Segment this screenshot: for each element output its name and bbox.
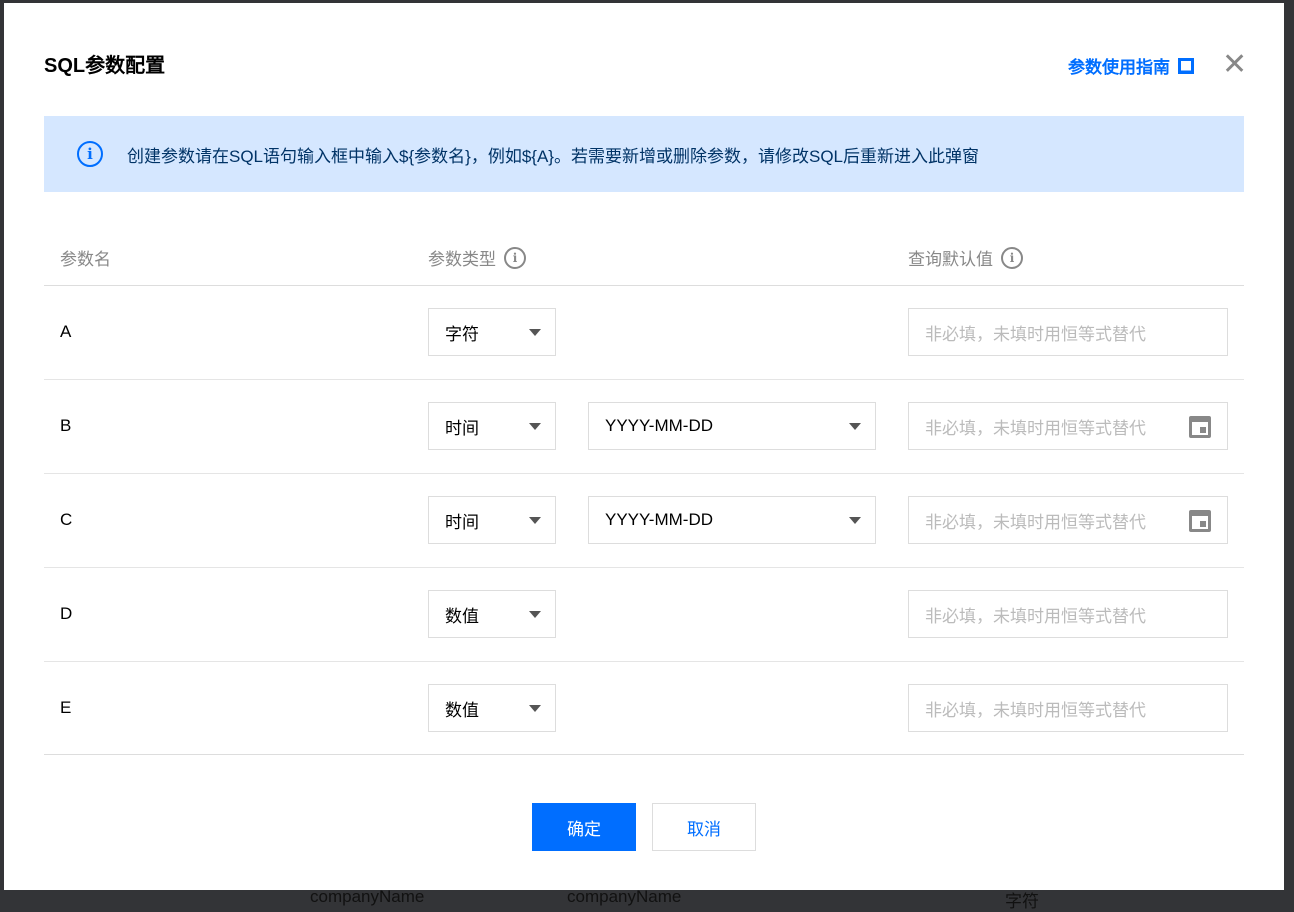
- info-notice: i 创建参数请在SQL语句输入框中输入${参数名}，例如${A}。若需要新增或删除…: [44, 116, 1244, 192]
- info-icon[interactable]: i: [504, 246, 526, 269]
- select-value: 时间: [445, 418, 479, 438]
- caret-down-icon: [529, 423, 541, 430]
- input-placeholder: 非必填，未填时用恒等式替代: [925, 700, 1146, 720]
- param-type-select[interactable]: 时间: [428, 402, 556, 450]
- param-name: B: [60, 416, 72, 435]
- input-placeholder: 非必填，未填时用恒等式替代: [925, 606, 1146, 626]
- param-name: E: [60, 698, 72, 717]
- notice-text: 创建参数请在SQL语句输入框中输入${参数名}，例如${A}。若需要新增或删除参…: [127, 146, 979, 166]
- input-placeholder: 非必填，未填时用恒等式替代: [925, 512, 1146, 532]
- default-value-input[interactable]: 非必填，未填时用恒等式替代: [908, 496, 1228, 544]
- header-default: 查询默认值 i: [908, 245, 1023, 270]
- caret-down-icon: [529, 329, 541, 336]
- param-row: D 数值 非必填，未填时用恒等式替代: [44, 568, 1244, 662]
- date-format-select[interactable]: YYYY-MM-DD: [588, 402, 876, 450]
- default-value-input[interactable]: 非必填，未填时用恒等式替代: [908, 402, 1228, 450]
- calendar-icon[interactable]: [1189, 510, 1211, 532]
- select-value: 字符: [445, 324, 479, 344]
- param-row: C 时间 YYYY-MM-DD 非必填，未填时用恒等式替代: [44, 474, 1244, 568]
- header-label: 查询默认值: [908, 250, 993, 269]
- date-format-select[interactable]: YYYY-MM-DD: [588, 496, 876, 544]
- default-value-input[interactable]: 非必填，未填时用恒等式替代: [908, 684, 1228, 732]
- param-name: D: [60, 604, 73, 623]
- divider: [44, 754, 1244, 755]
- guide-link-label: 参数使用指南: [1068, 58, 1170, 77]
- dialog-title: SQL参数配置: [44, 55, 166, 77]
- header-name: 参数名: [60, 245, 111, 270]
- sql-params-dialog: SQL参数配置 参数使用指南 ✕ i 创建参数请在SQL语句输入框中输入${参数名…: [4, 3, 1284, 890]
- default-value-input[interactable]: 非必填，未填时用恒等式替代: [908, 308, 1228, 356]
- param-type-select[interactable]: 字符: [428, 308, 556, 356]
- info-icon[interactable]: i: [1001, 246, 1023, 269]
- input-placeholder: 非必填，未填时用恒等式替代: [925, 418, 1146, 438]
- bg-cell: companyName: [567, 887, 682, 906]
- param-row: A 字符 非必填，未填时用恒等式替代: [44, 286, 1244, 380]
- bg-cell: companyName: [310, 887, 425, 906]
- header-label: 参数类型: [428, 250, 496, 269]
- cancel-button[interactable]: 取消: [652, 803, 756, 851]
- param-row: B 时间 YYYY-MM-DD 非必填，未填时用恒等式替代: [44, 380, 1244, 474]
- caret-down-icon: [529, 611, 541, 618]
- close-icon[interactable]: ✕: [1222, 50, 1247, 80]
- param-type-select[interactable]: 数值: [428, 684, 556, 732]
- caret-down-icon: [529, 705, 541, 712]
- guide-link[interactable]: 参数使用指南: [1068, 53, 1194, 78]
- select-value: 数值: [445, 700, 479, 720]
- header-type: 参数类型 i: [428, 245, 526, 270]
- param-type-select[interactable]: 数值: [428, 590, 556, 638]
- header-label: 参数名: [60, 250, 111, 269]
- info-icon: i: [77, 141, 103, 167]
- external-link-icon: [1178, 57, 1194, 74]
- input-placeholder: 非必填，未填时用恒等式替代: [925, 324, 1146, 344]
- confirm-button[interactable]: 确定: [532, 803, 636, 851]
- caret-down-icon: [529, 517, 541, 524]
- param-name: A: [60, 322, 72, 341]
- select-value: 数值: [445, 606, 479, 626]
- select-value: YYYY-MM-DD: [605, 510, 713, 529]
- calendar-icon[interactable]: [1189, 416, 1211, 438]
- param-type-select[interactable]: 时间: [428, 496, 556, 544]
- caret-down-icon: [849, 517, 861, 524]
- default-value-input[interactable]: 非必填，未填时用恒等式替代: [908, 590, 1228, 638]
- select-value: 时间: [445, 512, 479, 532]
- param-name: C: [60, 510, 73, 529]
- param-row: E 数值 非必填，未填时用恒等式替代: [44, 662, 1244, 756]
- select-value: YYYY-MM-DD: [605, 416, 713, 435]
- bg-cell: 字符: [1005, 892, 1039, 911]
- caret-down-icon: [849, 423, 861, 430]
